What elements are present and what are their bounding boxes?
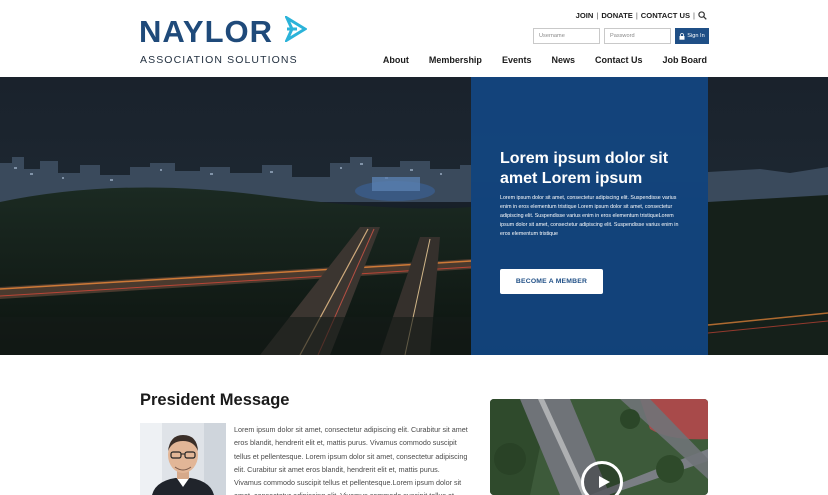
nav-job-board[interactable]: Job Board <box>662 55 707 65</box>
donate-link[interactable]: DONATE <box>601 11 633 20</box>
main-nav: About Membership Events News Contact Us … <box>383 55 707 65</box>
hero-body-text: Lorem ipsum dolor sit amet, consectetur … <box>500 195 679 237</box>
become-a-member-button[interactable]: BECOME A MEMBER <box>500 269 603 294</box>
utility-links: JOIN | DONATE | CONTACT US | <box>576 11 707 20</box>
sign-in-label: Sign In <box>687 33 705 39</box>
president-photo <box>140 423 226 495</box>
logo-chevron-icon <box>285 16 307 42</box>
divider: | <box>693 11 695 20</box>
president-portrait <box>140 423 226 495</box>
hero-heading: Lorem ipsum dolor sit amet Lorem ipsum <box>500 150 669 187</box>
naylor-logo[interactable]: NAYLOR ASSOCIATION SOLUTIONS <box>139 14 309 66</box>
president-message-text: Lorem ipsum dolor sit amet, consectetur … <box>234 425 468 495</box>
contact-us-link[interactable]: CONTACT US <box>641 11 690 20</box>
site-header: NAYLOR ASSOCIATION SOLUTIONS JOIN | DONA… <box>0 0 828 77</box>
video-player[interactable] <box>490 399 708 495</box>
play-icon <box>598 476 610 488</box>
nav-events[interactable]: Events <box>502 55 532 65</box>
nav-about[interactable]: About <box>383 55 409 65</box>
password-input[interactable] <box>604 28 671 44</box>
divider: | <box>596 11 599 20</box>
join-link[interactable]: JOIN <box>576 11 594 20</box>
divider: | <box>635 11 638 20</box>
nav-membership[interactable]: Membership <box>429 55 482 65</box>
hero-banner: Lorem ipsum dolor sit amet Lorem ipsum L… <box>0 77 828 355</box>
sign-in-button[interactable]: Sign In <box>675 28 709 44</box>
president-message-heading: President Message <box>140 391 290 409</box>
search-icon[interactable] <box>698 11 707 20</box>
login-form: Sign In <box>533 28 709 44</box>
hero-cta-panel: Lorem ipsum dolor sit amet Lorem ipsum L… <box>471 77 708 355</box>
play-button[interactable] <box>581 461 623 495</box>
logo-wordmark: NAYLOR <box>139 14 274 49</box>
username-input[interactable] <box>533 28 600 44</box>
lock-icon <box>679 32 685 40</box>
logo-tagline: ASSOCIATION SOLUTIONS <box>140 54 298 66</box>
nav-news[interactable]: News <box>551 55 575 65</box>
nav-contact-us[interactable]: Contact Us <box>595 55 643 65</box>
